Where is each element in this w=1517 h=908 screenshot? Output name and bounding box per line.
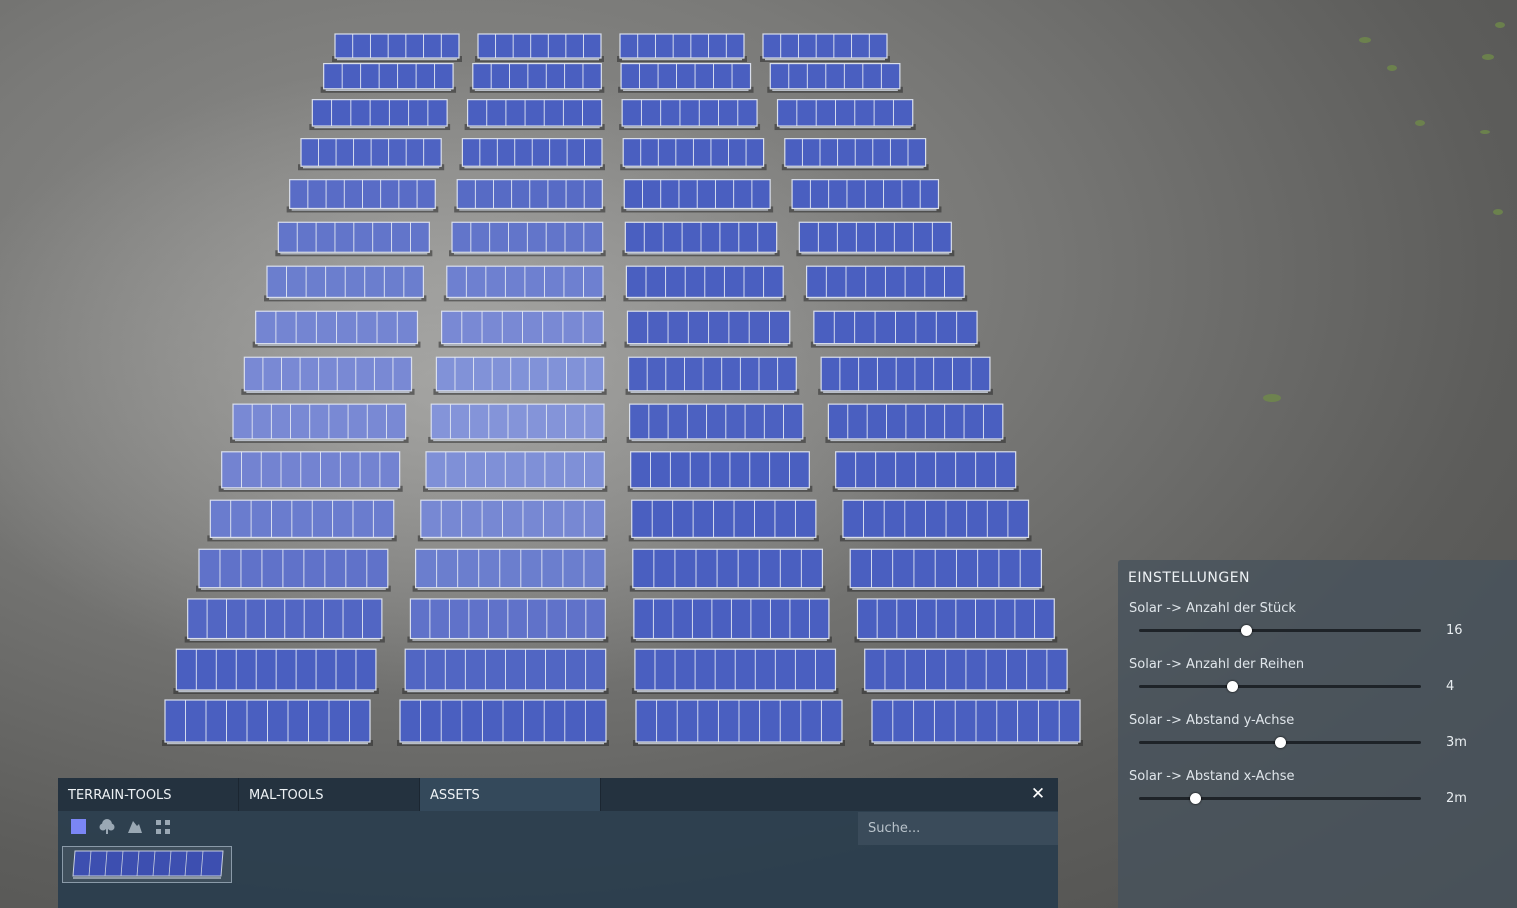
tab-assets[interactable]: ASSETS	[420, 778, 601, 811]
solar-panel-row[interactable]	[459, 138, 605, 171]
spacing-y-slider[interactable]	[1139, 737, 1421, 748]
solar-panel-row[interactable]	[818, 356, 993, 395]
setting-value: 3m	[1446, 735, 1467, 750]
setting-label: Solar -> Abstand x-Achse	[1129, 769, 1295, 784]
solar-panel-row[interactable]	[417, 499, 608, 542]
setting-spacing-y: Solar -> Abstand y-Achse 3m	[1128, 713, 1508, 769]
slider-thumb[interactable]	[1275, 737, 1286, 748]
solar-panel-row[interactable]	[275, 221, 433, 257]
solar-panel-row[interactable]	[854, 598, 1058, 643]
solar-panel-row[interactable]	[631, 648, 839, 695]
solar-panel-row[interactable]	[207, 499, 397, 542]
solar-panel-row[interactable]	[628, 499, 819, 542]
solar-panel-row[interactable]	[781, 138, 929, 171]
solar-panel-row[interactable]	[428, 403, 607, 443]
solar-panel-row[interactable]	[184, 598, 385, 643]
solar-panel-row[interactable]	[397, 699, 609, 746]
solar-panel-row[interactable]	[423, 451, 608, 492]
setting-label: Solar -> Abstand y-Achse	[1129, 713, 1295, 728]
setting-piece-count: Solar -> Anzahl der Stück 16	[1128, 601, 1508, 657]
tab-terrain-tools[interactable]: TERRAIN-TOOLS	[58, 778, 239, 811]
solar-panel-row[interactable]	[832, 451, 1019, 492]
solar-panel-row[interactable]	[760, 33, 890, 62]
solar-panel-row[interactable]	[839, 499, 1032, 542]
solar-panel-row[interactable]	[241, 356, 415, 395]
solar-panel-row[interactable]	[620, 138, 767, 171]
rock-icon[interactable]	[126, 818, 144, 836]
slider-thumb[interactable]	[1190, 793, 1202, 804]
solar-panel-row[interactable]	[619, 99, 761, 131]
solar-panel-row[interactable]	[252, 310, 421, 348]
solar-panel-row[interactable]	[774, 99, 916, 131]
solar-panel-row[interactable]	[454, 179, 606, 213]
solar-panel-row[interactable]	[412, 548, 608, 592]
search-input[interactable]	[858, 812, 1058, 845]
solar-panel-asset-icon	[63, 847, 231, 882]
setting-label: Solar -> Anzahl der Stück	[1129, 601, 1296, 616]
solar-panel-row[interactable]	[810, 310, 981, 348]
setting-value: 2m	[1446, 791, 1467, 806]
solar-panel-row[interactable]	[173, 648, 379, 695]
scatter-icon[interactable]	[154, 818, 172, 836]
tool-panel: TERRAIN-TOOLS MAL-TOOLS ASSETS ✕	[58, 778, 1058, 908]
solar-panel-asset[interactable]	[62, 846, 232, 883]
solar-panel-row[interactable]	[162, 699, 373, 746]
solar-panel-row[interactable]	[617, 33, 747, 62]
close-icon[interactable]: ✕	[1028, 784, 1048, 804]
solar-panel-row[interactable]	[196, 548, 391, 592]
solar-panel-row[interactable]	[621, 179, 774, 213]
solar-panel-row[interactable]	[286, 179, 439, 213]
setting-spacing-x: Solar -> Abstand x-Achse 2m	[1128, 769, 1508, 825]
solar-panel-row[interactable]	[449, 221, 606, 257]
solar-panel-row[interactable]	[218, 451, 403, 492]
tab-mal-tools[interactable]: MAL-TOOLS	[239, 778, 420, 811]
solar-panel-row[interactable]	[625, 356, 800, 395]
settings-panel: EINSTELLUNGEN Solar -> Anzahl der Stück …	[1118, 560, 1517, 908]
solar-panel-row[interactable]	[789, 179, 942, 213]
solar-panel-row[interactable]	[438, 310, 607, 348]
solar-panel-row[interactable]	[825, 403, 1006, 443]
solar-panel-row[interactable]	[464, 99, 605, 131]
solar-panel-row[interactable]	[320, 62, 457, 93]
solar-panel-row[interactable]	[626, 403, 806, 443]
solar-panel-row[interactable]	[869, 699, 1083, 746]
setting-row-count: Solar -> Anzahl der Reihen 4	[1128, 657, 1508, 713]
tree-icon[interactable]	[98, 818, 116, 836]
setting-label: Solar -> Anzahl der Reihen	[1129, 657, 1305, 672]
solar-panel-row[interactable]	[861, 648, 1071, 695]
row-count-slider[interactable]	[1139, 681, 1421, 692]
slider-thumb[interactable]	[1241, 625, 1253, 636]
solar-panel-row[interactable]	[624, 310, 793, 348]
solar-panel-row[interactable]	[622, 221, 780, 257]
solar-panel-row[interactable]	[629, 548, 826, 592]
solar-panel-row[interactable]	[623, 265, 787, 302]
solar-panel-row[interactable]	[630, 598, 832, 643]
slider-thumb[interactable]	[1227, 681, 1239, 692]
solar-panel-row[interactable]	[298, 138, 445, 171]
solar-panel-row[interactable]	[803, 265, 968, 302]
settings-title: EINSTELLUNGEN	[1128, 570, 1251, 586]
solar-panel-row[interactable]	[627, 451, 813, 492]
solar-panel-row[interactable]	[264, 265, 427, 302]
solar-panel-row[interactable]	[433, 356, 607, 395]
solar-panel-row[interactable]	[407, 598, 609, 643]
square-icon[interactable]	[70, 818, 88, 836]
solar-panel-row[interactable]	[230, 403, 409, 443]
solar-panel-row[interactable]	[847, 548, 1045, 592]
setting-value: 4	[1446, 679, 1455, 694]
solar-panel-row[interactable]	[443, 265, 606, 302]
solar-panel-row[interactable]	[332, 33, 462, 62]
spacing-x-slider[interactable]	[1139, 793, 1421, 804]
tool-tabs: TERRAIN-TOOLS MAL-TOOLS ASSETS ✕	[58, 778, 1058, 811]
solar-panel-row[interactable]	[402, 648, 609, 695]
solar-panel-row[interactable]	[475, 33, 604, 62]
solar-panel-row[interactable]	[469, 62, 605, 93]
solar-panel-row[interactable]	[767, 62, 903, 93]
setting-value: 16	[1446, 623, 1463, 638]
piece-count-slider[interactable]	[1139, 625, 1421, 636]
solar-panel-row[interactable]	[309, 99, 451, 131]
solar-panel-row[interactable]	[633, 699, 845, 746]
solar-panel-row[interactable]	[618, 62, 754, 93]
solar-panel-row[interactable]	[796, 221, 955, 257]
